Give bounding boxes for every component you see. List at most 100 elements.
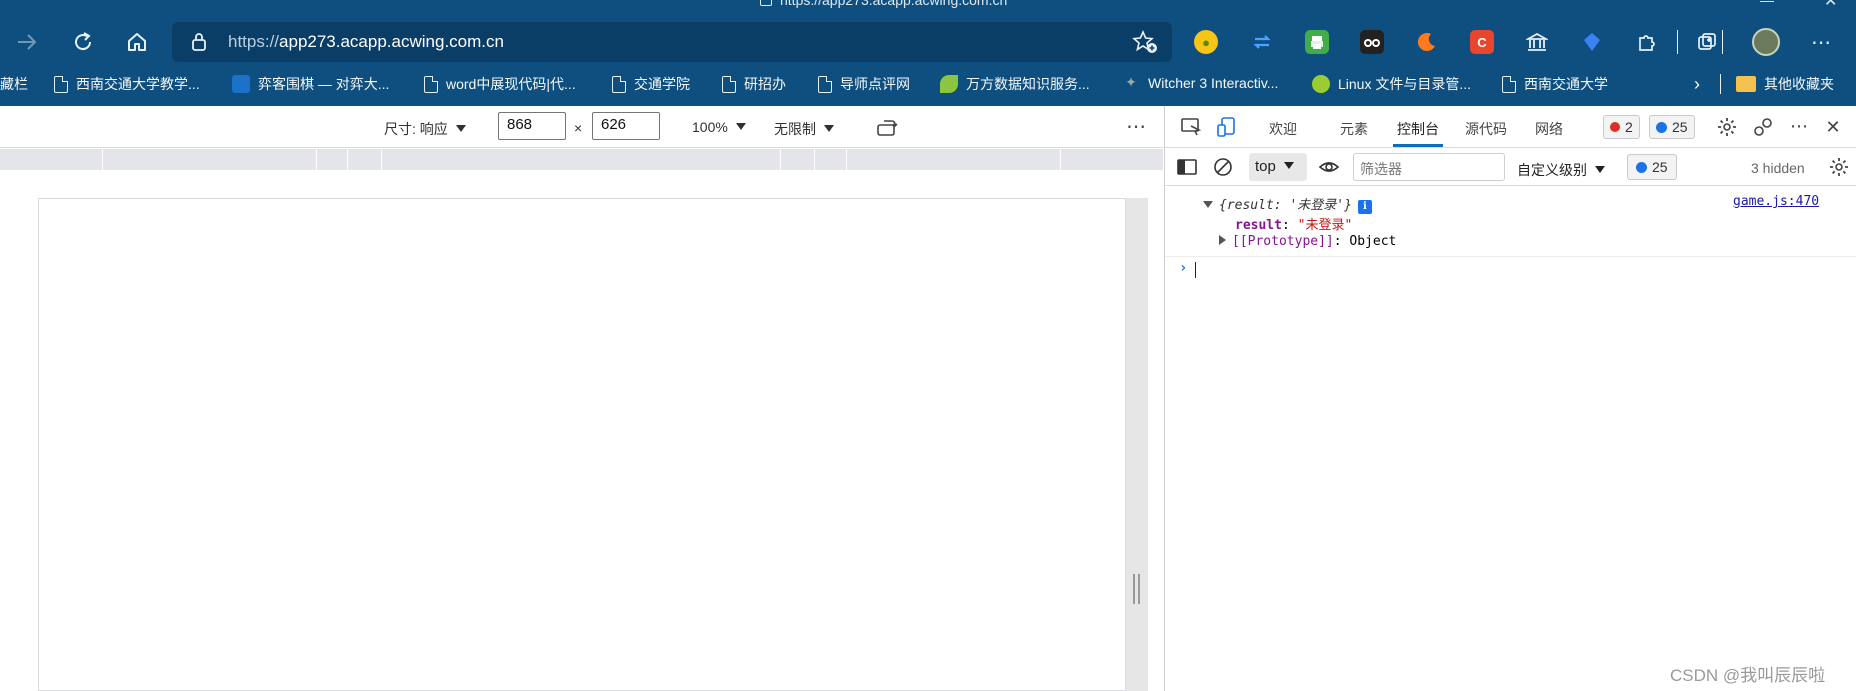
library-extension-icon[interactable]	[1525, 30, 1549, 54]
caret-down-icon	[824, 125, 834, 132]
tab-title[interactable]: https://app273.acapp.acwing.com.cn	[760, 0, 1007, 8]
extensions-puzzle-icon[interactable]	[1635, 30, 1659, 54]
bookmark-item[interactable]: 西南交通大学	[1502, 74, 1608, 94]
close-devtools-icon[interactable]: ✕	[1821, 115, 1845, 139]
devtools-panel: 欢迎 元素 控制台 源代码 网络 2 25 ⋯ ✕ top 筛选器 自定义级别 …	[1164, 106, 1856, 691]
tab-console[interactable]: 控制台	[1397, 119, 1439, 139]
inspect-element-icon[interactable]	[1179, 115, 1203, 139]
throttle-label: 无限制	[774, 121, 816, 137]
error-count-badge[interactable]: 2	[1603, 115, 1640, 139]
more-horizontal-icon[interactable]: ⋯	[1806, 27, 1836, 57]
bookmark-item[interactable]: 弈客围棋 — 对弈大...	[232, 74, 389, 94]
console-output: {result: '未登录'} i game.js:470 result: "未登…	[1165, 186, 1856, 691]
print-extension-icon[interactable]	[1305, 30, 1329, 54]
console-settings-icon[interactable]	[1827, 155, 1851, 179]
ruler-tick	[846, 149, 847, 170]
bookmark-item[interactable]: 交通学院	[612, 74, 690, 94]
tab-elements[interactable]: 元素	[1340, 119, 1368, 139]
info-icon[interactable]: i	[1357, 200, 1372, 214]
message-icon	[1656, 121, 1667, 133]
tab-network[interactable]: 网络	[1535, 119, 1563, 139]
log-level-dropdown[interactable]: 自定义级别	[1517, 160, 1605, 180]
bookmark-item[interactable]: 导师点评网	[818, 74, 910, 94]
context-selector[interactable]: top	[1249, 153, 1307, 181]
minimize-icon[interactable]: —	[1760, 0, 1774, 8]
bookmark-item[interactable]: word中展现代码|代...	[424, 74, 576, 94]
url-scheme: https://	[228, 32, 280, 51]
other-favorites-folder[interactable]: 其他收藏夹	[1736, 74, 1834, 94]
ruler-tick	[316, 149, 317, 170]
c-extension-icon[interactable]: C	[1470, 30, 1494, 54]
bookmark-item[interactable]: 研招办	[722, 74, 786, 94]
source-link[interactable]: game.js:470	[1733, 194, 1819, 209]
bookmark-item[interactable]: Linux 文件与目录管...	[1312, 74, 1471, 94]
zoom-dropdown[interactable]: 100%	[692, 119, 746, 135]
chevron-right-icon[interactable]: ›	[1694, 74, 1700, 95]
bookmark-label: 西南交通大学教学...	[76, 76, 200, 92]
sync-extension-icon[interactable]	[1250, 30, 1274, 54]
emulated-page[interactable]	[38, 198, 1126, 691]
resize-handle-icon[interactable]	[1133, 574, 1140, 604]
object-preview-text: {result: '未登录'}	[1219, 198, 1352, 213]
tab-sources[interactable]: 源代码	[1465, 119, 1507, 139]
dimensions-dropdown[interactable]: 尺寸: 响应	[384, 119, 466, 139]
console-input-caret[interactable]	[1195, 262, 1196, 278]
more-options-icon[interactable]: ⋯	[1126, 114, 1146, 139]
console-message-badge[interactable]: 25	[1627, 154, 1677, 180]
source-link-text[interactable]: game.js:470	[1733, 194, 1819, 209]
expand-triangle-icon[interactable]	[1219, 235, 1226, 245]
close-window-icon[interactable]: ✕	[1824, 0, 1837, 11]
blue-shield-extension-icon[interactable]	[1580, 30, 1604, 54]
home-icon[interactable]	[122, 27, 152, 57]
forward-icon[interactable]	[12, 27, 42, 57]
page-icon	[612, 75, 626, 93]
add-favorite-icon[interactable]	[1132, 30, 1158, 54]
linux-site-icon	[1312, 75, 1330, 93]
browser-window: https://app273.acapp.acwing.com.cn — ✕ h…	[0, 0, 1856, 691]
bookmark-item[interactable]: 藏栏	[0, 74, 28, 94]
bookmark-label: 导师点评网	[840, 76, 910, 92]
bookmark-item[interactable]: ✦ Witcher 3 Interactiv...	[1122, 74, 1278, 92]
lock-icon[interactable]	[190, 32, 208, 52]
tab-welcome[interactable]: 欢迎	[1269, 119, 1297, 139]
bookmarks-divider	[1720, 74, 1721, 94]
tab-page-icon	[760, 0, 772, 6]
page-icon	[424, 75, 438, 93]
bookmark-label: 万方数据知识服务...	[966, 76, 1090, 92]
dark-reader-extension-icon[interactable]	[1415, 30, 1439, 54]
page-icon	[1502, 75, 1516, 93]
log-object-preview[interactable]: {result: '未登录'} i	[1203, 194, 1372, 214]
clear-console-icon[interactable]	[1211, 155, 1235, 179]
resize-rail[interactable]	[1126, 198, 1148, 691]
profile-avatar[interactable]	[1752, 28, 1780, 56]
bookmark-label: 西南交通大学	[1524, 76, 1608, 92]
extension-yellow-icon[interactable]: ●	[1194, 30, 1218, 54]
sidebar-toggle-icon[interactable]	[1175, 155, 1199, 179]
height-input[interactable]: 626	[592, 112, 660, 140]
width-input[interactable]: 868	[498, 112, 566, 140]
message-count-badge[interactable]: 25	[1649, 115, 1695, 139]
url-text[interactable]: https://app273.acapp.acwing.com.cn	[228, 32, 504, 52]
message-icon	[1636, 161, 1647, 173]
more-tools-icon[interactable]: ⋯	[1787, 114, 1811, 138]
collections-icon[interactable]	[1695, 30, 1719, 54]
rotate-icon[interactable]	[876, 116, 900, 143]
device-emulation-icon[interactable]	[1215, 115, 1239, 139]
tampermonkey-extension-icon[interactable]	[1360, 30, 1384, 54]
feedback-icon[interactable]	[1751, 115, 1775, 139]
filter-input[interactable]: 筛选器	[1353, 153, 1505, 181]
bookmark-item[interactable]: 万方数据知识服务...	[940, 74, 1090, 94]
prototype-row[interactable]: [[Prototype]]: Object	[1219, 234, 1396, 249]
live-expression-eye-icon[interactable]	[1317, 155, 1341, 179]
expand-triangle-icon[interactable]	[1203, 201, 1213, 208]
refresh-icon[interactable]	[68, 27, 98, 57]
context-label: top	[1255, 158, 1276, 175]
url-host: app273.acapp.acwing.com.cn	[279, 32, 504, 51]
bookmark-item[interactable]: 西南交通大学教学...	[54, 74, 200, 94]
throttle-dropdown[interactable]: 无限制	[774, 119, 834, 139]
settings-gear-icon[interactable]	[1715, 115, 1739, 139]
address-bar[interactable]: https://app273.acapp.acwing.com.cn	[172, 22, 1172, 62]
bookmark-label: Witcher 3 Interactiv...	[1148, 75, 1279, 91]
media-query-ruler[interactable]	[0, 149, 1163, 170]
witcher-icon: ✦	[1125, 74, 1137, 90]
